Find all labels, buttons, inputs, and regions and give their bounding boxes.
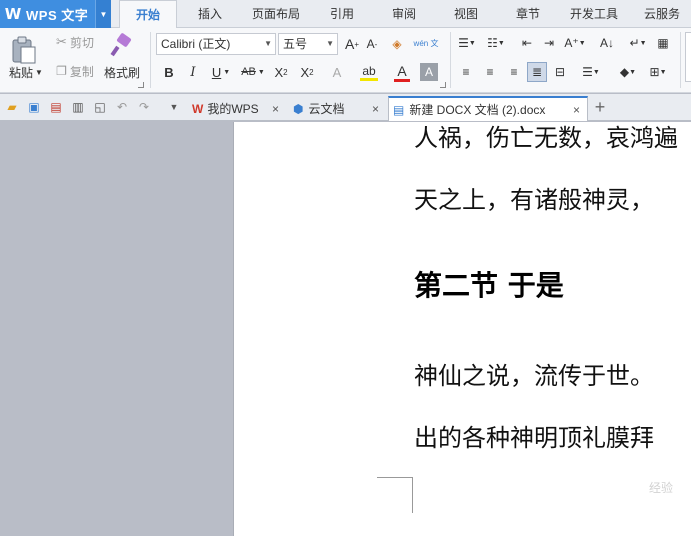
bullets-icon[interactable]: ☰ ▼ bbox=[455, 34, 479, 52]
cloud-doc-icon: ⬢ bbox=[293, 101, 304, 116]
strikethrough-button[interactable]: AB ▼ bbox=[238, 63, 268, 81]
cut-button[interactable]: ✂ 剪切 bbox=[52, 34, 98, 50]
highlighter-icon: ab bbox=[362, 63, 376, 78]
font-color-swatch bbox=[394, 78, 410, 82]
body-paragraph: 天之上，有诸般神灵， bbox=[414, 186, 654, 214]
font-size-select[interactable]: 五号 ▼ bbox=[278, 33, 338, 55]
close-icon[interactable]: × bbox=[272, 102, 279, 116]
highlight-color-button[interactable]: ab bbox=[354, 61, 384, 83]
font-name-select[interactable]: Calibri (正文) ▼ bbox=[156, 33, 276, 55]
tab-view[interactable]: 视图 bbox=[442, 0, 490, 28]
menu-bar: W WPS 文字 ▼ 开始 插入 页面布局 引用 审阅 视图 章节 开发工具 云… bbox=[0, 0, 691, 29]
section-heading: 第二节 于是 bbox=[414, 269, 564, 302]
document-icon: ▤ bbox=[393, 102, 405, 117]
ribbon-divider bbox=[450, 32, 451, 88]
print-icon[interactable]: ▥ bbox=[70, 99, 86, 115]
tab-my-wps[interactable]: W 我的WPS × bbox=[188, 96, 288, 121]
paste-button[interactable]: 粘贴 ▼ bbox=[6, 64, 46, 80]
superscript-button[interactable]: X2 bbox=[272, 63, 290, 81]
copy-button[interactable]: ❐ 复制 bbox=[52, 63, 98, 79]
wps-logo-icon: W bbox=[4, 5, 22, 23]
borders-icon[interactable]: ⊞ ▼ bbox=[645, 63, 671, 81]
tab-insert[interactable]: 插入 bbox=[186, 0, 234, 28]
char-shading-icon[interactable]: A bbox=[420, 63, 438, 81]
tab-chapter[interactable]: 章节 bbox=[504, 0, 552, 28]
format-painter-button[interactable]: 格式刷 bbox=[102, 64, 142, 80]
grow-font-icon[interactable]: A + bbox=[343, 35, 361, 53]
ribbon-divider bbox=[680, 32, 681, 88]
tab-cloud-docs[interactable]: ⬢ 云文档 × bbox=[290, 96, 386, 121]
new-tab-plus-icon[interactable]: + bbox=[592, 97, 608, 117]
sort-icon[interactable]: A↓ bbox=[596, 34, 618, 52]
app-title: WPS 文字 bbox=[26, 7, 89, 23]
scissors-icon: ✂ bbox=[56, 34, 67, 49]
distribute-icon[interactable]: ⊟ bbox=[551, 63, 569, 81]
align-right-icon[interactable]: ≡ bbox=[505, 63, 523, 81]
table-grid-icon[interactable]: ▦ bbox=[654, 34, 672, 52]
tab-home[interactable]: 开始 bbox=[119, 0, 177, 29]
align-center-icon[interactable]: ≡ bbox=[481, 63, 499, 81]
undo-icon[interactable]: ↶ bbox=[114, 99, 130, 115]
body-paragraph: 出的各种神明顶礼膜拜 bbox=[414, 424, 654, 452]
body-paragraph: 神仙之说，流传于世。 bbox=[414, 362, 654, 390]
change-case-icon[interactable]: A⁺ ▼ bbox=[562, 34, 588, 52]
line-spacing-icon[interactable]: ☰ ▼ bbox=[578, 63, 604, 81]
tab-page-layout[interactable]: 页面布局 bbox=[244, 0, 308, 28]
justify-icon[interactable]: ≣ bbox=[527, 62, 547, 82]
tab-cloud-service[interactable]: 云服务 bbox=[634, 0, 690, 28]
subscript-button[interactable]: X2 bbox=[298, 63, 316, 81]
chevron-down-icon[interactable]: ▼ bbox=[95, 0, 111, 28]
close-icon[interactable]: × bbox=[372, 102, 379, 116]
font-launcher-icon[interactable] bbox=[440, 82, 446, 88]
wps-logo-icon: W bbox=[192, 101, 204, 116]
copy-icon: ❐ bbox=[56, 64, 67, 78]
watermark: 经验 bbox=[648, 481, 673, 495]
print-preview-icon[interactable]: ◱ bbox=[92, 99, 108, 115]
tab-references[interactable]: 引用 bbox=[318, 0, 366, 28]
body-paragraph: 人祸，伤亡无数，哀鸿遍 bbox=[414, 124, 678, 152]
styles-gallery[interactable] bbox=[685, 32, 691, 82]
app-menu-button[interactable]: W WPS 文字 ▼ bbox=[0, 0, 111, 28]
redo-icon[interactable]: ↷ bbox=[136, 99, 152, 115]
show-marks-icon[interactable]: ↵ ▼ bbox=[626, 34, 650, 52]
decrease-indent-icon[interactable]: ⇤ bbox=[518, 34, 536, 52]
paintbrush-icon[interactable] bbox=[108, 32, 136, 60]
shading-bucket-icon[interactable]: ◆ ▼ bbox=[614, 63, 642, 81]
underline-button[interactable]: U ▼ bbox=[208, 63, 234, 81]
shrink-font-icon[interactable]: A- bbox=[363, 35, 381, 53]
customize-toolbar-icon[interactable]: ▼ bbox=[166, 99, 182, 115]
clipboard-launcher-icon[interactable] bbox=[138, 82, 144, 88]
open-folder-icon[interactable]: ▰ bbox=[4, 99, 20, 115]
page-margin-corner bbox=[377, 477, 413, 513]
tab-developer[interactable]: 开发工具 bbox=[562, 0, 626, 28]
export-pdf-icon[interactable]: ▤ bbox=[48, 99, 64, 115]
numbering-icon[interactable]: ☷ ▼ bbox=[484, 34, 508, 52]
close-icon[interactable]: × bbox=[573, 103, 580, 117]
pinyin-guide-icon[interactable]: wén 文 bbox=[412, 32, 440, 54]
save-icon[interactable]: ▣ bbox=[26, 99, 42, 115]
ribbon-divider bbox=[150, 32, 151, 88]
clear-format-icon[interactable]: ◈ bbox=[388, 35, 406, 53]
font-color-icon: A bbox=[397, 62, 407, 79]
bold-button[interactable]: B bbox=[160, 63, 178, 81]
highlight-color-swatch bbox=[360, 77, 378, 81]
italic-button[interactable]: I bbox=[184, 63, 202, 81]
tab-review[interactable]: 审阅 bbox=[380, 0, 428, 28]
text-effect-icon[interactable]: A bbox=[328, 63, 346, 81]
document-page[interactable]: 人祸，伤亡无数，哀鸿遍 天之上，有诸般神灵， 第二节 于是 神仙之说，流传于世。… bbox=[233, 122, 691, 536]
document-tab-bar: ▰ ▣ ▤ ▥ ◱ ↶ ↷ ▼ W 我的WPS × ⬢ 云文档 × ▤ 新建 D… bbox=[0, 94, 691, 121]
align-left-icon[interactable]: ≡ bbox=[457, 63, 475, 81]
font-color-button[interactable]: A bbox=[388, 61, 416, 83]
increase-indent-icon[interactable]: ⇥ bbox=[540, 34, 558, 52]
ribbon-toolbar: 粘贴 ▼ ✂ 剪切 ❐ 复制 格式刷 Calibri (正文) ▼ 五号 ▼ A + A… bbox=[0, 28, 691, 93]
